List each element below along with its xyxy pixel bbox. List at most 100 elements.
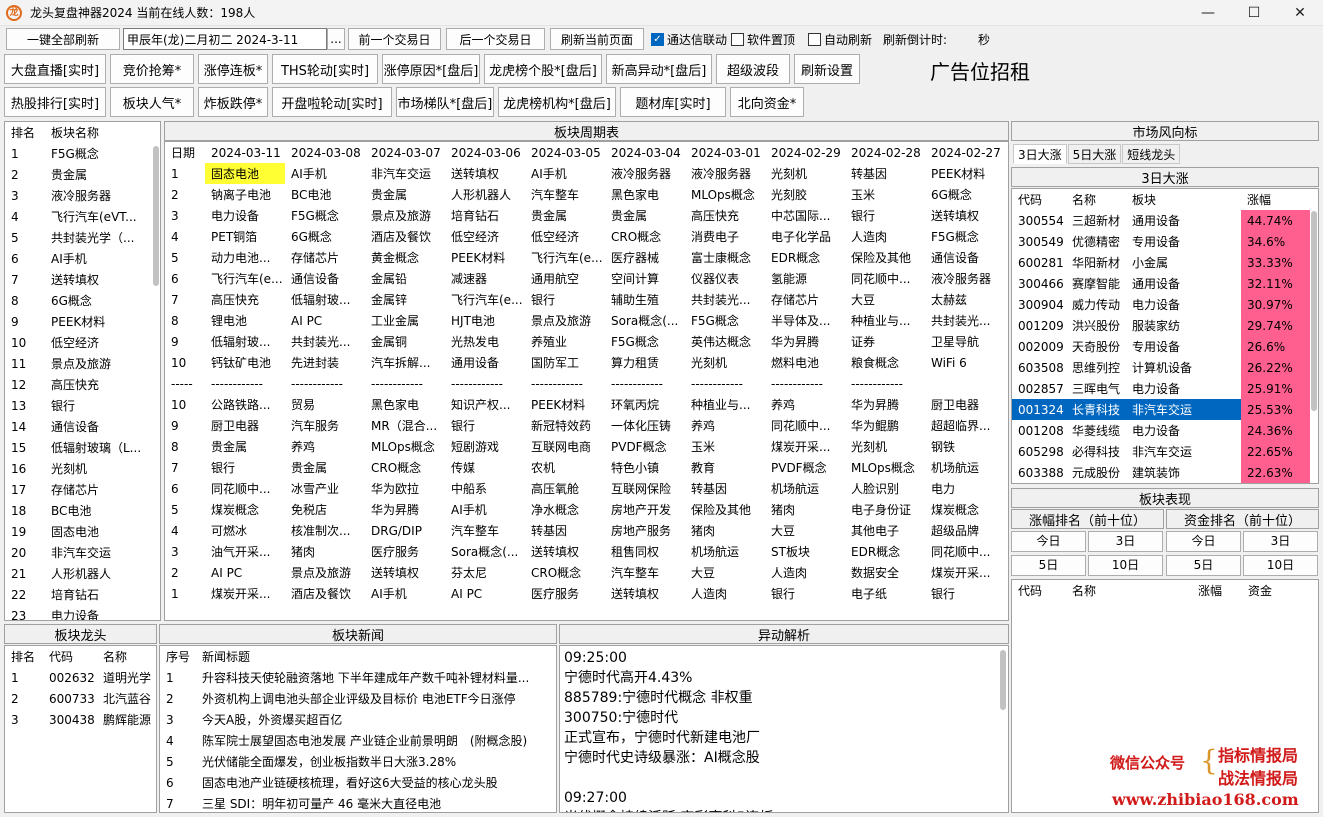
table-cell[interactable]: 9 — [165, 331, 205, 352]
table-cell[interactable]: 1 — [165, 163, 205, 184]
col-header-rank[interactable]: 排名 — [5, 122, 45, 143]
table-cell[interactable]: 芬太尼 — [445, 562, 525, 583]
table-cell[interactable]: 医疗服务 — [365, 541, 445, 562]
table-cell[interactable]: 送转填权 — [925, 205, 1005, 226]
table-row[interactable]: 10 钙钛矿电池 先进封装 汽车拆解... 通用设备 国防军工 算力租赁 光刻机 燃料电池 粮食概… — [165, 352, 1005, 373]
table-cell[interactable]: 同花顺中... — [205, 478, 285, 499]
table-cell[interactable]: MLOps概念 — [685, 184, 765, 205]
table-cell[interactable]: 租售同权 — [605, 541, 685, 562]
col-header-date[interactable]: 2024-02-28 — [845, 142, 925, 163]
col-header-date[interactable]: 2024-02-29 — [765, 142, 845, 163]
col-header-date[interactable]: 2024-03-06 — [445, 142, 525, 163]
table-cell[interactable]: 2 — [165, 184, 205, 205]
col-header-name[interactable]: 名称 — [97, 646, 156, 667]
table-cell[interactable]: PET铜箔 — [205, 226, 285, 247]
table-row[interactable]: 2 600733 北汽蓝谷 — [5, 688, 156, 709]
table-cell[interactable]: 电子化学品 — [765, 226, 845, 247]
table-cell[interactable]: 算力租赁 — [605, 352, 685, 373]
table-cell[interactable]: 动力电池... — [205, 247, 285, 268]
table-cell[interactable]: 钠离子电池 — [205, 184, 285, 205]
col-header-date[interactable]: 2024-03-11 — [205, 142, 285, 163]
table-cell[interactable]: ------------ — [685, 373, 765, 394]
table-cell[interactable]: EDR概念 — [765, 247, 845, 268]
table-cell[interactable]: 华为鲲鹏 — [845, 415, 925, 436]
table-row[interactable]: 300466 赛摩智能 通用设备 32.11% — [1012, 273, 1310, 294]
table-row[interactable]: 3 液冷服务器 — [5, 185, 155, 206]
col-header-news-title[interactable]: 新闻标题 — [196, 646, 556, 667]
table-cell[interactable]: 工业金属 — [365, 310, 445, 331]
table-cell[interactable]: 消费电子 — [685, 226, 765, 247]
table-cell[interactable]: 6G概念 — [285, 226, 365, 247]
table-cell[interactable]: CRO概念 — [605, 226, 685, 247]
table-row[interactable]: 23 电力设备 — [5, 605, 155, 621]
table-cell[interactable]: 3 — [165, 205, 205, 226]
table-cell[interactable]: 猪肉 — [685, 520, 765, 541]
table-cell[interactable]: ST板块 — [765, 541, 845, 562]
news-row[interactable]: 5 光伏储能全面爆发，创业板指数半日大涨3.28% — [160, 751, 556, 772]
table-row[interactable]: 11 景点及旅游 — [5, 353, 155, 374]
table-cell[interactable]: 共封装光... — [925, 310, 1005, 331]
table-row[interactable]: 605298 必得科技 非汽车交运 22.65% — [1012, 441, 1310, 462]
table-cell[interactable]: 华为昇腾 — [845, 394, 925, 415]
table-cell[interactable]: 煤炭概念 — [205, 499, 285, 520]
table-cell[interactable]: 金属铜 — [365, 331, 445, 352]
news-row[interactable]: 2 外资机构上调电池头部企业评级及目标价 电池ETF今日涨停 — [160, 688, 556, 709]
table-cell[interactable]: 半导体及... — [765, 310, 845, 331]
fund-5day-button[interactable]: 5日 — [1166, 555, 1241, 576]
function-button[interactable]: 炸板跌停* — [198, 87, 268, 117]
table-cell[interactable]: 10 — [165, 352, 205, 373]
col-header-code[interactable]: 代码 — [43, 646, 97, 667]
table-cell[interactable]: 送转填权 — [605, 583, 685, 604]
table-row[interactable]: 9 低辐射玻... 共封装光... 金属铜 光热发电 养殖业 F5G概念 英伟达概念 华为昇腾证… — [165, 331, 1005, 352]
function-button[interactable]: 涨停原因*[盘后] — [382, 54, 480, 84]
news-row[interactable]: 7 三星 SDI：明年初可量产 46 毫米大直径电池 — [160, 793, 556, 812]
news-row[interactable]: 1 升容科技天使轮融资落地 下半年建成年产数千吨补锂材料量... — [160, 667, 556, 688]
col-header-name[interactable]: 名称 — [1066, 580, 1192, 601]
table-cell[interactable]: 同花顺中... — [845, 268, 925, 289]
table-cell[interactable]: 空间计算 — [605, 268, 685, 289]
table-cell[interactable]: 超超临界... — [925, 415, 1005, 436]
table-cell[interactable]: 8 — [165, 436, 205, 457]
table-row[interactable]: 600281 华阳新材 小金属 33.33% — [1012, 252, 1310, 273]
table-row[interactable]: 603388 元成股份 建筑装饰 22.63% — [1012, 462, 1310, 483]
table-cell[interactable]: 燃料电池 — [765, 352, 845, 373]
table-cell[interactable]: 短剧游戏 — [445, 436, 525, 457]
table-cell[interactable]: 减速器 — [445, 268, 525, 289]
table-row[interactable]: 7 送转填权 — [5, 269, 155, 290]
table-cell[interactable]: WiFi 6 — [925, 352, 1005, 373]
table-row[interactable]: 17 存储芯片 — [5, 479, 155, 500]
date-picker-button[interactable]: ... — [327, 28, 345, 50]
col-header-code[interactable]: 代码 — [1012, 580, 1066, 601]
table-cell[interactable]: 飞行汽车(e... — [445, 289, 525, 310]
table-cell[interactable]: 4 — [165, 520, 205, 541]
news-row[interactable]: 4 陈军院士展望固态电池发展 产业链企业前景明朗 (附概念股) — [160, 730, 556, 751]
table-cell[interactable]: AI PC — [205, 562, 285, 583]
table-row[interactable]: 2 AI PC 景点及旅游 送转填权 芬太尼 CRO概念 汽车整车 大豆 人造肉 数据安全 煤炭开采… — [165, 562, 1005, 583]
table-cell[interactable]: 油气开采... — [205, 541, 285, 562]
table-cell[interactable]: F5G概念 — [285, 205, 365, 226]
table-cell[interactable]: 6G概念 — [925, 184, 1005, 205]
table-cell[interactable]: DRG/DIP — [365, 520, 445, 541]
table-cell[interactable]: 液冷服务器 — [685, 163, 765, 184]
table-cell[interactable]: 辅助生殖 — [605, 289, 685, 310]
table-row[interactable]: 14 通信设备 — [5, 416, 155, 437]
function-button[interactable]: 板块人气* — [110, 87, 194, 117]
table-row[interactable]: 001209 洪兴股份 服装家纺 29.74% — [1012, 315, 1310, 336]
table-cell[interactable]: 金属锌 — [365, 289, 445, 310]
table-cell[interactable]: ------------ — [205, 373, 285, 394]
tdx-link-checkbox[interactable]: ✓ 通达信联动 — [651, 31, 727, 48]
table-cell[interactable]: 汽车整车 — [605, 562, 685, 583]
table-cell[interactable]: AI手机 — [285, 163, 365, 184]
table-cell[interactable]: 环氧丙烷 — [605, 394, 685, 415]
table-row[interactable]: 2 贵金属 — [5, 164, 155, 185]
table-cell[interactable]: 送转填权 — [445, 163, 525, 184]
table-cell[interactable]: 送转填权 — [365, 562, 445, 583]
table-cell[interactable]: 互联网保险 — [605, 478, 685, 499]
table-cell[interactable]: AI手机 — [445, 499, 525, 520]
table-row[interactable]: 002009 天奇股份 专用设备 26.6% — [1012, 336, 1310, 357]
table-cell[interactable]: 农机 — [525, 457, 605, 478]
table-cell[interactable]: 机场航运 — [925, 457, 1005, 478]
table-cell[interactable]: 特色小镇 — [605, 457, 685, 478]
table-cell[interactable]: 英伟达概念 — [685, 331, 765, 352]
table-cell[interactable]: MLOps概念 — [365, 436, 445, 457]
